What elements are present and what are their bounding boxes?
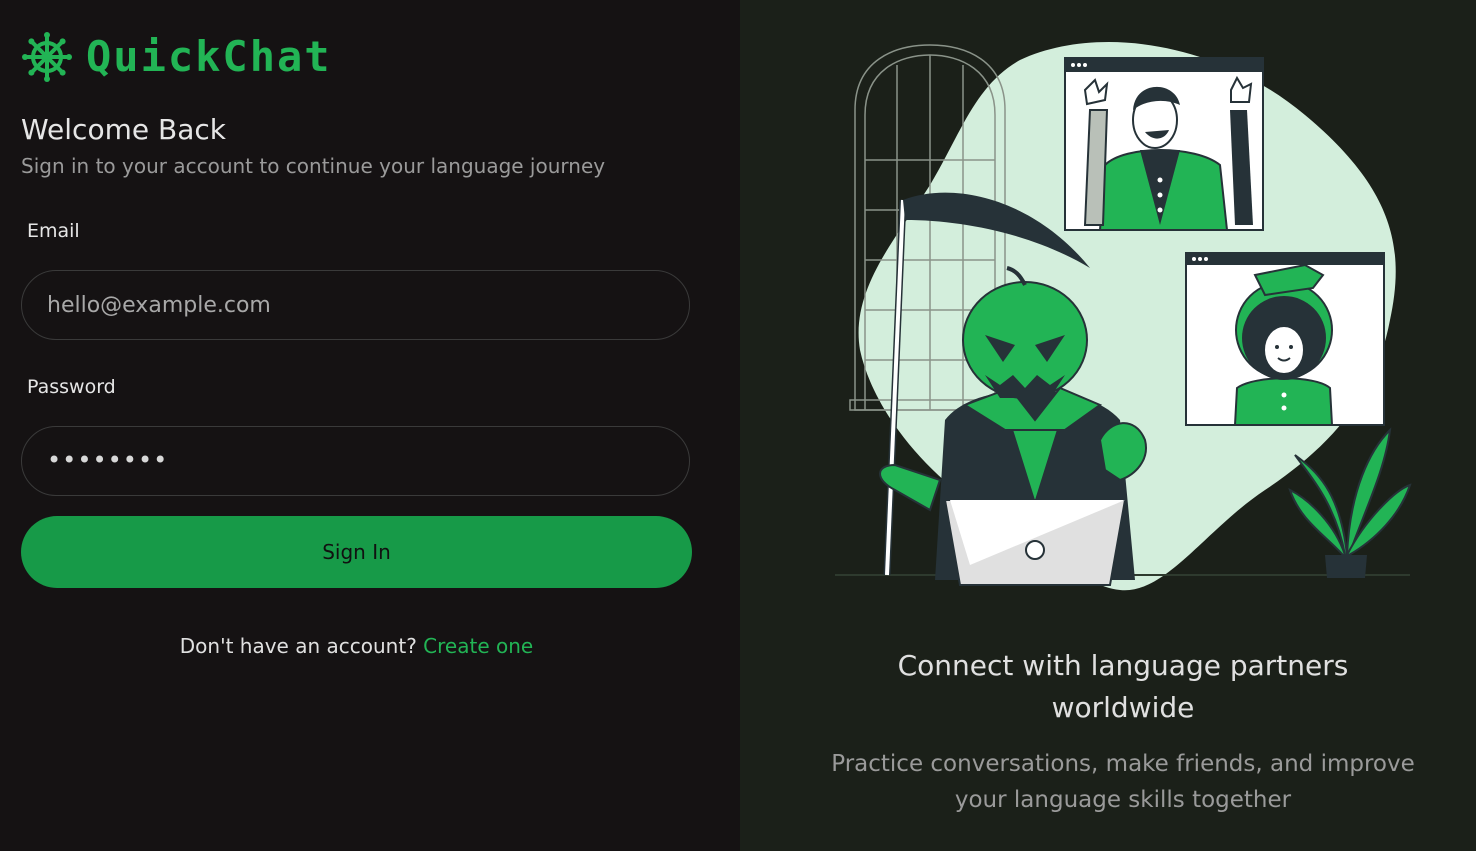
signup-prompt: Don't have an account? Create one <box>0 634 713 658</box>
promo-title: Connect with language partners worldwide <box>740 645 1476 729</box>
brand-logo[interactable]: QuickChat <box>22 32 332 82</box>
brand-name: QuickChat <box>86 32 332 81</box>
email-label: Email <box>27 220 80 242</box>
promo-title-line2: worldwide <box>1051 691 1195 724</box>
promo-panel: Connect with language partners worldwide… <box>740 0 1476 851</box>
sign-in-button[interactable]: Sign In <box>21 516 692 588</box>
dharma-wheel-icon <box>22 32 72 82</box>
no-account-text: Don't have an account? <box>179 634 417 658</box>
password-value: •••••••• <box>47 446 169 474</box>
promo-title-line1: Connect with language partners <box>897 649 1349 682</box>
promo-subtitle-line2: your language skills together <box>954 787 1292 813</box>
page-title: Welcome Back <box>21 113 226 146</box>
email-placeholder: hello@example.com <box>47 293 271 318</box>
login-panel: QuickChat Welcome Back Sign in to your a… <box>0 0 740 851</box>
password-label: Password <box>27 376 116 398</box>
password-field[interactable]: •••••••• <box>21 426 690 496</box>
halloween-video-call-illustration <box>835 42 1412 591</box>
email-field[interactable]: hello@example.com <box>21 270 690 340</box>
promo-subtitle-line1: Practice conversations, make friends, an… <box>831 751 1415 777</box>
page-subtitle: Sign in to your account to continue your… <box>21 154 606 178</box>
promo-subtitle: Practice conversations, make friends, an… <box>740 746 1476 818</box>
create-account-link[interactable]: Create one <box>423 634 533 658</box>
